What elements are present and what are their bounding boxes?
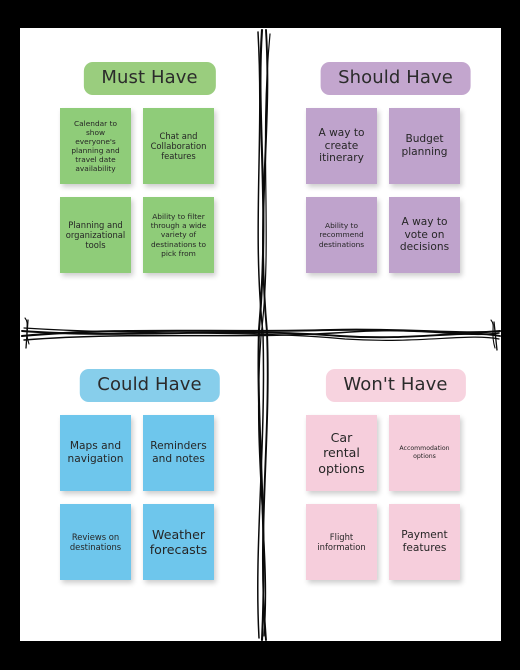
note-row: Car rental options Accommodation options: [306, 415, 482, 491]
sticky-note[interactable]: Reminders and notes: [143, 415, 214, 491]
note-grid-should-have: A way to create itinerary Budget plannin…: [306, 108, 482, 286]
quadrant-could-have: Could Have Maps and navigation Reminders…: [42, 355, 257, 635]
sticky-note[interactable]: Flight information: [306, 504, 377, 580]
sticky-note[interactable]: Accommodation options: [389, 415, 460, 491]
quadrant-header-could-have: Could Have: [79, 369, 220, 402]
sticky-note-text: Reviews on destinations: [69, 531, 122, 552]
sticky-note[interactable]: Reviews on destinations: [60, 504, 131, 580]
sticky-note-text: Ability to filter through a wide variety…: [150, 212, 207, 258]
sticky-note-text: Budget planning: [401, 133, 448, 158]
sticky-note-text: A way to create itinerary: [318, 126, 365, 165]
sticky-note-text: Flight information: [317, 531, 366, 552]
sticky-note-text: Car rental options: [318, 429, 365, 476]
sticky-note[interactable]: Chat and Collaboration features: [143, 108, 214, 184]
sticky-note[interactable]: A way to vote on decisions: [389, 197, 460, 273]
sticky-note-text: Planning and organizational tools: [65, 219, 126, 251]
note-row: Ability to recommend destinations A way …: [306, 197, 482, 273]
sticky-note[interactable]: Budget planning: [389, 108, 460, 184]
sticky-note-text: Chat and Collaboration features: [150, 130, 207, 162]
sticky-note[interactable]: Ability to recommend destinations: [306, 197, 377, 273]
note-row: Flight information Payment features: [306, 504, 482, 580]
note-row: A way to create itinerary Budget plannin…: [306, 108, 482, 184]
sticky-note-text: Weather forecasts: [149, 526, 208, 557]
sticky-note[interactable]: A way to create itinerary: [306, 108, 377, 184]
sticky-note[interactable]: Weather forecasts: [143, 504, 214, 580]
note-row: Maps and navigation Reminders and notes: [60, 415, 236, 491]
quadrant-header-must-have: Must Have: [83, 62, 216, 95]
moscow-board: Must Have Calendar to show everyone's pl…: [0, 0, 520, 670]
quadrant-must-have: Must Have Calendar to show everyone's pl…: [42, 48, 257, 328]
sticky-note-text: Accommodation options: [399, 445, 450, 460]
sticky-note-text: Calendar to show everyone's planning and…: [71, 118, 120, 174]
sticky-note-text: A way to vote on decisions: [399, 215, 450, 254]
quadrant-should-have: Should Have A way to create itinerary Bu…: [288, 48, 503, 328]
sticky-note[interactable]: Calendar to show everyone's planning and…: [60, 108, 131, 184]
quadrant-header-wont-have: Won't Have: [325, 369, 466, 402]
note-grid-must-have: Calendar to show everyone's planning and…: [60, 108, 236, 286]
note-row: Calendar to show everyone's planning and…: [60, 108, 236, 184]
sticky-note[interactable]: Payment features: [389, 504, 460, 580]
note-grid-wont-have: Car rental options Accommodation options…: [306, 415, 482, 593]
sticky-note[interactable]: Planning and organizational tools: [60, 197, 131, 273]
sticky-note-text: Payment features: [401, 529, 448, 554]
note-row: Planning and organizational tools Abilit…: [60, 197, 236, 273]
sticky-note[interactable]: Car rental options: [306, 415, 377, 491]
note-row: Reviews on destinations Weather forecast…: [60, 504, 236, 580]
quadrant-wont-have: Won't Have Car rental options Accommodat…: [288, 355, 503, 635]
note-grid-could-have: Maps and navigation Reminders and notes …: [60, 415, 236, 593]
sticky-note-text: Maps and navigation: [67, 440, 124, 465]
sticky-note-text: Reminders and notes: [150, 440, 207, 465]
quadrant-header-should-have: Should Have: [320, 62, 471, 95]
sticky-note[interactable]: Maps and navigation: [60, 415, 131, 491]
sticky-note-text: Ability to recommend destinations: [318, 221, 365, 249]
sticky-note[interactable]: Ability to filter through a wide variety…: [143, 197, 214, 273]
